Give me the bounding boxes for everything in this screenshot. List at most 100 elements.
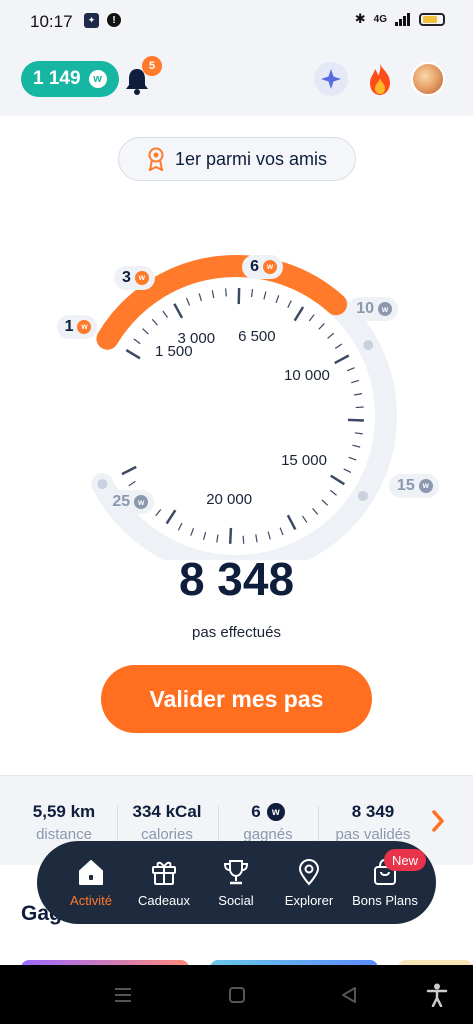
trophy-icon bbox=[223, 860, 249, 885]
gauge-minor-tick bbox=[185, 297, 191, 306]
user-avatar[interactable] bbox=[411, 62, 445, 96]
stat-divider bbox=[318, 806, 319, 842]
gauge-minor-tick bbox=[162, 310, 168, 318]
gauge-minor-tick bbox=[287, 300, 292, 309]
reward-milestone-chip[interactable]: 6w bbox=[242, 254, 284, 279]
back-icon[interactable] bbox=[340, 986, 358, 1004]
steps-count: 8 348 bbox=[178, 553, 295, 605]
stat-divider bbox=[218, 806, 219, 842]
rank-label: 1er parmi vos amis bbox=[174, 148, 328, 169]
gauge-minor-tick bbox=[312, 507, 319, 515]
nav-item-cadeaux[interactable]: Cadeaux bbox=[126, 857, 202, 908]
gauge-minor-tick bbox=[255, 534, 258, 543]
gauge-minor-tick bbox=[155, 509, 162, 517]
steps-caption: pas effectués bbox=[192, 624, 281, 641]
coin-icon: w bbox=[134, 270, 149, 285]
medal-icon bbox=[148, 147, 164, 171]
status-bar: 10:17 ✦ ! ✱ 4G bbox=[0, 0, 473, 40]
nav-item-activite[interactable]: Activité bbox=[53, 857, 129, 908]
new-badge: New bbox=[384, 849, 427, 871]
coin-icon: w bbox=[263, 259, 278, 274]
chevron-right-icon[interactable] bbox=[430, 808, 446, 834]
status-time: 10:17 bbox=[30, 12, 73, 31]
alert-icon: ! bbox=[107, 13, 121, 27]
steps-gauge: 1 500 3 000 6 500 10 000 15 000 20 000 1 w 3 w 6 w 1… bbox=[0, 190, 473, 577]
gauge-minor-tick bbox=[329, 489, 337, 496]
gauge-minor-tick bbox=[177, 522, 183, 531]
gauge-minor-tick bbox=[354, 432, 363, 435]
reward-milestone-chip[interactable]: 15 w bbox=[388, 473, 439, 498]
gauge-tick-label: 6 500 bbox=[238, 327, 276, 345]
gauge-minor-tick bbox=[327, 332, 335, 339]
status-app-icons: ✦ ! bbox=[84, 13, 121, 28]
gauge-minor-tick bbox=[351, 379, 360, 384]
gauge-minor-tick bbox=[355, 406, 364, 409]
gauge-minor-tick bbox=[318, 323, 325, 330]
nav-item-explorer[interactable]: Explorer bbox=[271, 857, 347, 908]
validated-value: 8 349 bbox=[351, 802, 395, 821]
gauge-major-tick bbox=[173, 303, 184, 319]
nav-label-activite: Activité bbox=[70, 893, 112, 908]
gauge-minor-tick bbox=[198, 293, 203, 302]
sparkle-icon bbox=[321, 69, 341, 89]
coin-icon: w bbox=[377, 302, 392, 317]
gauge-minor-tick bbox=[352, 444, 361, 448]
gauge-minor-tick bbox=[250, 288, 254, 298]
reward-milestone-chip[interactable]: 3w bbox=[113, 265, 155, 290]
nav-item-social[interactable]: Social bbox=[198, 857, 274, 908]
points-balance-button[interactable]: 1 149 w bbox=[21, 61, 119, 97]
gauge-reward-marker bbox=[363, 340, 374, 351]
nav-label-social: Social bbox=[218, 893, 254, 908]
network-label: 4G bbox=[373, 13, 387, 25]
gauge-minor-tick bbox=[142, 328, 149, 335]
gauge-minor-tick bbox=[354, 393, 363, 396]
home-button-icon[interactable] bbox=[228, 986, 246, 1004]
stat-validated: 8 349 pas validés bbox=[326, 802, 420, 843]
coin-icon: w bbox=[418, 478, 433, 493]
gauge-tick-label: 10 000 bbox=[284, 367, 330, 385]
coin-icon: w bbox=[77, 319, 92, 334]
gauge-minor-tick bbox=[346, 367, 355, 372]
stat-earned: 6 w gagnés bbox=[226, 802, 310, 843]
coin-icon: w bbox=[88, 70, 107, 88]
points-value: 1 149 bbox=[33, 68, 81, 89]
gauge-minor-tick bbox=[308, 314, 315, 322]
gauge-minor-tick bbox=[151, 318, 158, 326]
gift-icon bbox=[152, 861, 176, 885]
gauge-major-tick bbox=[293, 306, 305, 322]
gauge-major-tick bbox=[347, 418, 364, 422]
gauge-reward-marker bbox=[357, 490, 368, 501]
gauge-major-tick bbox=[334, 354, 350, 365]
menu-icon[interactable] bbox=[114, 986, 132, 1004]
reward-value: 6 bbox=[250, 257, 260, 275]
gauge-minor-tick bbox=[211, 290, 215, 299]
gauge-minor-tick bbox=[202, 531, 207, 540]
system-navigation-bar bbox=[0, 965, 473, 1024]
gauge-reward-marker bbox=[97, 479, 108, 490]
coin-icon: w bbox=[266, 803, 285, 821]
gauge-major-tick bbox=[286, 514, 297, 531]
validate-steps-button[interactable]: Valider mes pas bbox=[101, 665, 372, 733]
app-notification-icon: ✦ bbox=[84, 13, 99, 28]
bottom-navigation: Activité Cadeaux Social Explorer Bons Pl… bbox=[37, 841, 436, 924]
gauge-minor-tick bbox=[267, 531, 271, 540]
gauge-minor-tick bbox=[301, 515, 308, 523]
streak-fire-icon[interactable] bbox=[366, 62, 394, 96]
reward-milestone-chip[interactable]: 10 w bbox=[348, 297, 398, 322]
reward-milestone-chip[interactable]: 25 w bbox=[104, 490, 155, 515]
ai-assistant-button[interactable] bbox=[314, 62, 348, 96]
nav-label-explorer: Explorer bbox=[284, 893, 334, 908]
gauge-minor-tick bbox=[279, 527, 284, 536]
reward-milestone-chip[interactable]: 1w bbox=[56, 314, 98, 339]
gauge-minor-tick bbox=[321, 499, 329, 506]
calories-value: 334 kCal bbox=[132, 802, 202, 821]
reward-value: 15 bbox=[396, 476, 415, 494]
gauge-minor-tick bbox=[348, 456, 357, 461]
gauge-minor-tick bbox=[190, 528, 195, 536]
stat-distance: 5,59 km distance bbox=[22, 802, 106, 843]
friends-rank-badge[interactable]: 1er parmi vos amis bbox=[118, 137, 356, 181]
accessibility-icon[interactable] bbox=[426, 983, 448, 1007]
gauge-major-tick bbox=[330, 474, 345, 486]
bluetooth-icon: ✱ bbox=[354, 11, 366, 26]
gauge-minor-tick bbox=[343, 468, 352, 473]
